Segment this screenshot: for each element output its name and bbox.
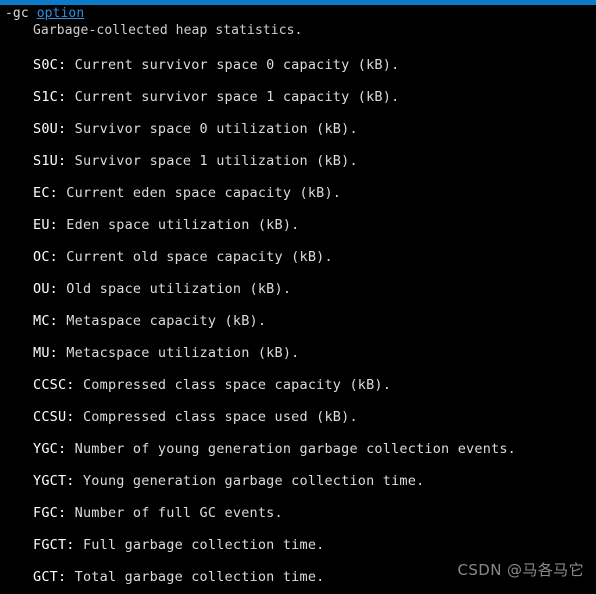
field-description: Compressed class space capacity (kB). [74, 377, 392, 393]
field-key: EU: [33, 217, 58, 233]
field-key: OC: [33, 249, 58, 265]
field-line: YGCT: Young generation garbage collectio… [0, 469, 596, 501]
field-line: S1C: Current survivor space 1 capacity (… [0, 85, 596, 117]
field-line: CCSC: Compressed class space capacity (k… [0, 373, 596, 405]
command-flag: -gc [5, 6, 37, 21]
field-key: OU: [33, 281, 58, 297]
field-description: Number of full GC events. [66, 505, 283, 521]
field-line: OC: Current old space capacity (kB). [0, 245, 596, 277]
field-description: Current survivor space 1 capacity (kB). [66, 89, 400, 105]
field-description: Metacspace utilization (kB). [57, 345, 300, 361]
field-description: Number of young generation garbage colle… [66, 441, 517, 457]
field-description: Compressed class space used (kB). [74, 409, 358, 425]
field-description: Current old space capacity (kB). [57, 249, 333, 265]
field-line: S0C: Current survivor space 0 capacity (… [0, 53, 596, 85]
field-key: EC: [33, 185, 58, 201]
field-key: MC: [33, 313, 58, 329]
field-key: CCSC: [33, 377, 75, 393]
command-header-line: -gc option [0, 5, 596, 22]
field-line: S0U: Survivor space 0 utilization (kB). [0, 117, 596, 149]
field-line: YGC: Number of young generation garbage … [0, 437, 596, 469]
field-key: CCSU: [33, 409, 75, 425]
field-description: Current eden space capacity (kB). [57, 185, 342, 201]
field-line: CCSU: Compressed class space used (kB). [0, 405, 596, 437]
field-description: Survivor space 1 utilization (kB). [66, 153, 358, 169]
field-description: Current survivor space 0 capacity (kB). [66, 57, 400, 73]
field-line: FGC: Number of full GC events. [0, 501, 596, 533]
field-description: Total garbage collection time. [66, 569, 325, 585]
field-key: S0U: [33, 121, 67, 137]
field-key: YGCT: [33, 473, 75, 489]
field-line: EU: Eden space utilization (kB). [0, 213, 596, 245]
field-description: Full garbage collection time. [74, 537, 325, 553]
field-line: MC: Metaspace capacity (kB). [0, 309, 596, 341]
field-key: YGC: [33, 441, 67, 457]
field-key: FGC: [33, 505, 67, 521]
field-key: GCT: [33, 569, 67, 585]
field-key: S0C: [33, 57, 67, 73]
field-line: S1U: Survivor space 1 utilization (kB). [0, 149, 596, 181]
field-description: Old space utilization (kB). [57, 281, 292, 297]
field-definition-list: S0C: Current survivor space 0 capacity (… [0, 53, 596, 594]
command-description: Garbage-collected heap statistics. [33, 23, 303, 38]
field-description: Young generation garbage collection time… [74, 473, 425, 489]
field-description: Metaspace capacity (kB). [57, 313, 267, 329]
field-key: S1C: [33, 89, 67, 105]
field-key: MU: [33, 345, 58, 361]
field-line: EC: Current eden space capacity (kB). [0, 181, 596, 213]
field-line: MU: Metacspace utilization (kB). [0, 341, 596, 373]
option-link[interactable]: option [37, 6, 85, 21]
field-description: Eden space utilization (kB). [57, 217, 300, 233]
field-key: FGCT: [33, 537, 75, 553]
terminal-output: -gc option Garbage-collected heap statis… [0, 5, 596, 594]
field-key: S1U: [33, 153, 67, 169]
field-description: Survivor space 0 utilization (kB). [66, 121, 358, 137]
field-line: OU: Old space utilization (kB). [0, 277, 596, 309]
terminal-window: -gc option Garbage-collected heap statis… [0, 0, 596, 594]
csdn-watermark: CSDN @马各马它 [457, 561, 584, 579]
